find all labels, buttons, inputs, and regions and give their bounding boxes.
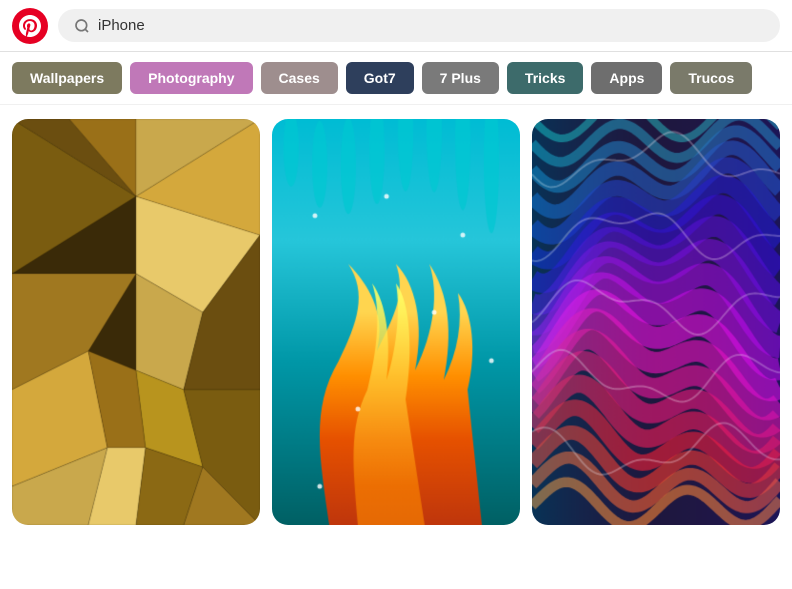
tag-got7[interactable]: Got7 <box>346 62 414 94</box>
tags-row: WallpapersPhotography CasesGot77 PlusTric… <box>0 52 792 105</box>
tag-7 plus[interactable]: 7 Plus <box>422 62 499 94</box>
search-input[interactable] <box>98 17 764 34</box>
colorful-paint-image <box>272 119 520 525</box>
pinterest-logo-icon <box>19 15 41 37</box>
tag-cases[interactable]: Cases <box>261 62 338 94</box>
image-card-colorful[interactable] <box>272 119 520 525</box>
tag-trucos[interactable]: Trucos <box>670 62 752 94</box>
image-card-waves[interactable] <box>532 119 780 525</box>
pink-waves-image <box>532 119 780 525</box>
header <box>0 0 792 52</box>
tag-wallpapers[interactable]: Wallpapers <box>12 62 122 94</box>
search-bar[interactable] <box>58 9 780 42</box>
gold-polygon-image <box>12 119 260 525</box>
pinterest-logo[interactable] <box>12 8 48 44</box>
tag-photography[interactable]: Photography <box>130 62 252 94</box>
tag-tricks[interactable]: Tricks <box>507 62 583 94</box>
tag-apps[interactable]: Apps <box>591 62 662 94</box>
image-card-gold[interactable] <box>12 119 260 525</box>
search-icon <box>74 18 90 34</box>
image-grid <box>0 105 792 539</box>
